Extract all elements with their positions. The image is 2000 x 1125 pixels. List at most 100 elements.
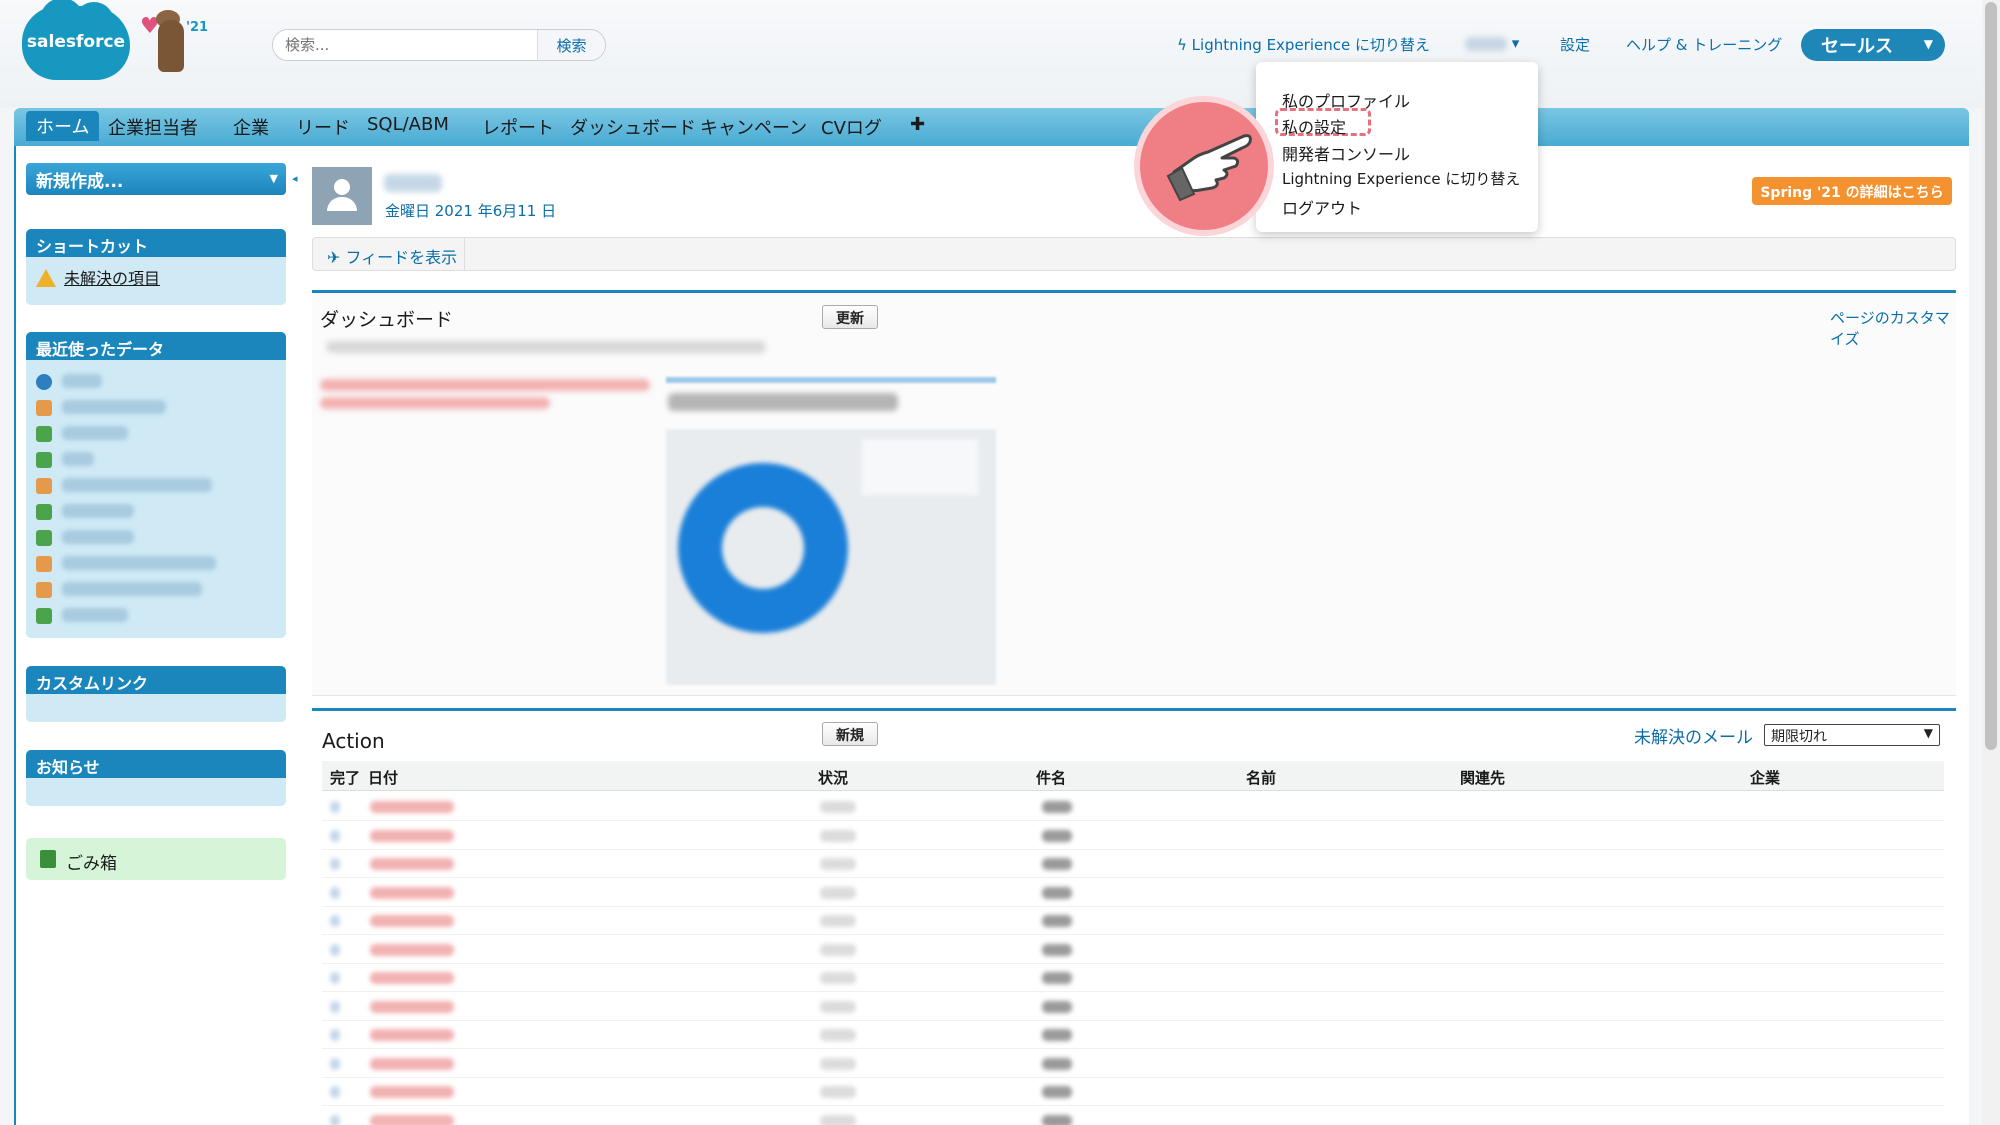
column-related[interactable]: 関連先	[1460, 767, 1505, 788]
tab-dashboards[interactable]: ダッシュボード	[570, 114, 696, 140]
redacted-cell	[820, 943, 856, 956]
redacted-cell	[1042, 1114, 1072, 1125]
recent-item[interactable]	[36, 398, 276, 418]
table-row[interactable]	[322, 1021, 1944, 1049]
user-name-redacted[interactable]	[384, 174, 442, 192]
scrollbar-thumb[interactable]	[1985, 2, 1997, 750]
action-title: Action	[322, 729, 385, 753]
table-row[interactable]	[322, 1107, 1944, 1125]
unresolved-mail-link[interactable]: 未解決のメール	[1634, 723, 1753, 748]
logout-item[interactable]: ログアウト	[1282, 195, 1362, 219]
column-name[interactable]: 名前	[1246, 767, 1276, 788]
recent-items-list	[26, 360, 286, 638]
table-row[interactable]	[322, 1050, 1944, 1078]
table-row[interactable]	[322, 793, 1944, 821]
redacted-cell	[330, 829, 340, 842]
refresh-button[interactable]: 更新	[822, 305, 878, 329]
column-done[interactable]: 完了	[330, 767, 360, 788]
redacted-cell	[820, 915, 856, 927]
chevron-down-icon: ▼	[1923, 37, 1933, 51]
lightning-switch-link[interactable]: ϟ Lightning Experience に切り替え	[1177, 34, 1430, 55]
recent-item[interactable]	[36, 502, 276, 522]
table-row[interactable]	[322, 964, 1944, 992]
customize-page-link[interactable]: ページのカスタマイズ	[1830, 307, 1956, 349]
tab-leads[interactable]: リード	[296, 114, 350, 140]
spring-release-button[interactable]: Spring '21 の詳細はこちら	[1752, 177, 1952, 205]
redacted-cell	[330, 1114, 340, 1125]
column-status[interactable]: 状況	[818, 767, 848, 788]
table-row[interactable]	[322, 850, 1944, 878]
global-header: salesforce ♥ '21 検索 ϟ Lightning Experien…	[0, 0, 2000, 108]
table-row[interactable]	[322, 1078, 1944, 1106]
lead-icon	[36, 608, 52, 624]
recent-item[interactable]	[36, 372, 276, 392]
developer-console-item[interactable]: 開発者コンソール	[1282, 141, 1410, 165]
tab-bar: ホーム 企業担当者 企業 リード SQL/ABM レポート ダッシュボード キャ…	[14, 108, 1969, 146]
create-new-dropdown[interactable]: 新規作成... ▼	[26, 163, 286, 195]
column-account[interactable]: 企業	[1750, 767, 1780, 788]
action-filter-select[interactable]: 期限切れ ▼	[1764, 724, 1940, 746]
recent-item[interactable]	[36, 424, 276, 444]
recent-item[interactable]	[36, 450, 276, 470]
table-row[interactable]	[322, 822, 1944, 850]
user-menu-trigger[interactable]: ▾	[1465, 34, 1519, 52]
recent-item[interactable]	[36, 580, 276, 600]
feed-bar: ✈ フィードを表示	[312, 237, 1956, 271]
redacted-cell	[1042, 915, 1072, 927]
logo-text: salesforce	[26, 32, 126, 52]
custom-links-header: カスタムリンク	[26, 666, 286, 694]
new-action-button[interactable]: 新規	[822, 722, 878, 746]
redacted-cell	[1042, 801, 1072, 813]
user-name-redacted	[1465, 36, 1507, 51]
column-subject[interactable]: 件名	[1036, 767, 1066, 788]
column-date[interactable]: 日付	[368, 767, 398, 788]
tab-accounts[interactable]: 企業	[233, 114, 269, 140]
shortcut-body: 未解決の項目	[26, 257, 286, 305]
recent-item[interactable]	[36, 528, 276, 548]
setup-link[interactable]: 設定	[1560, 34, 1590, 55]
app-switcher[interactable]: セールス ▼	[1801, 29, 1945, 61]
redacted-cell	[1042, 886, 1072, 899]
table-row[interactable]	[322, 993, 1944, 1021]
show-feed-button[interactable]: ✈ フィードを表示	[313, 238, 465, 270]
lead-icon	[36, 426, 52, 442]
tab-sql-abm[interactable]: SQL/ABM	[367, 114, 449, 135]
tab-reports[interactable]: レポート	[482, 114, 554, 140]
chart-legend	[862, 439, 978, 495]
dashboard-chart[interactable]	[666, 429, 996, 685]
tab-home[interactable]: ホーム	[26, 111, 100, 141]
search-button[interactable]: 検索	[537, 30, 605, 60]
my-settings-item[interactable]: 私の設定	[1282, 114, 1346, 138]
current-date: 金曜日 2021 年6月11 日	[385, 202, 557, 220]
recycle-bin-label: ごみ箱	[66, 854, 117, 874]
vertical-scrollbar[interactable]	[1982, 0, 2000, 1125]
tab-contacts[interactable]: 企業担当者	[108, 114, 198, 140]
redacted-cell	[820, 886, 856, 899]
redacted-cell	[370, 801, 454, 813]
account-icon	[36, 400, 52, 416]
unresolved-items-link[interactable]: 未解決の項目	[64, 265, 160, 289]
recent-item[interactable]	[36, 476, 276, 496]
plus-icon[interactable]: ✚	[910, 114, 925, 135]
help-training-link[interactable]: ヘルプ & トレーニング	[1626, 34, 1782, 55]
sidebar-collapse-handle[interactable]: ◂	[292, 163, 302, 195]
table-row[interactable]	[322, 879, 1944, 907]
redacted-cell	[370, 1000, 454, 1013]
table-row[interactable]	[322, 907, 1944, 935]
search-input[interactable]	[273, 30, 537, 60]
dashboard-error-redacted	[320, 379, 650, 391]
table-row[interactable]	[322, 936, 1944, 964]
recent-item[interactable]	[36, 554, 276, 574]
tab-campaigns[interactable]: キャンペーン	[700, 114, 807, 140]
redacted-cell	[330, 915, 340, 927]
redacted-cell	[1042, 829, 1072, 842]
tab-cv-log[interactable]: CVログ	[821, 114, 882, 140]
recycle-bin-link[interactable]: ごみ箱	[26, 838, 286, 880]
recent-item[interactable]	[36, 606, 276, 626]
chevron-down-icon: ▼	[1923, 726, 1933, 740]
redacted-cell	[330, 1057, 340, 1070]
avatar[interactable]	[312, 167, 372, 225]
release-mascot: ♥ '21	[136, 6, 208, 76]
salesforce-logo[interactable]: salesforce	[22, 0, 130, 80]
lightning-switch-item[interactable]: Lightning Experience に切り替え	[1282, 168, 1520, 189]
